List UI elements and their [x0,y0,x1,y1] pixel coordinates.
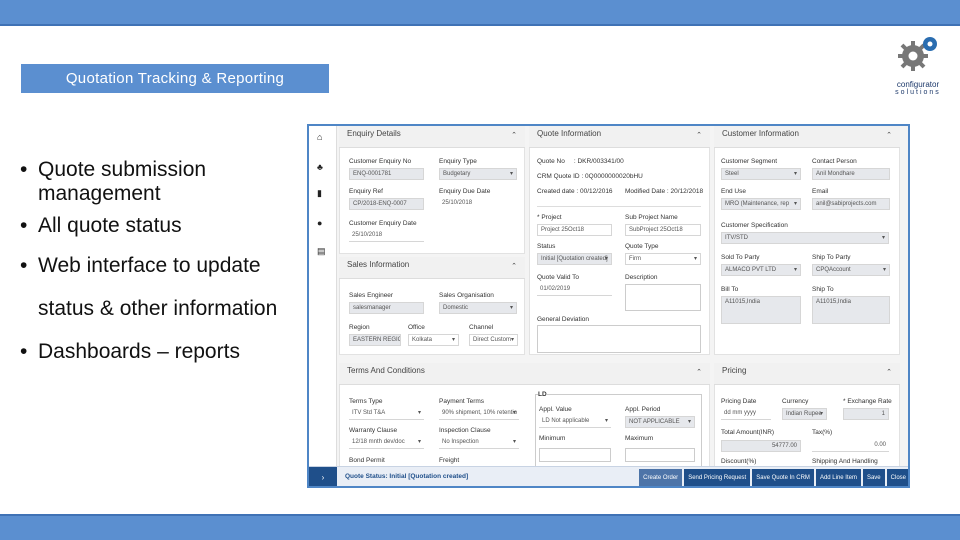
customer-enquiry-date: 25/10/2018 [349,230,424,242]
close-button[interactable]: Close [886,469,908,486]
app-screenshot: ⌂ ♣ ▮ ● ▤ Enquiry Details ⌃ Customer Enqu… [307,124,910,488]
warranty-clause-select[interactable]: 12/18 mnth dev/doc ▾ [349,437,424,449]
pricing-header[interactable]: Pricing ⌃ [714,363,900,385]
enquiry-ref-field: CP/2018-ENQ-0007 [349,198,424,210]
users-icon[interactable]: ♣ [317,162,323,172]
total-amount-field: 54777.00 [721,440,801,452]
customer-segment-select[interactable]: Steel ▾ [721,168,801,180]
reports-icon[interactable]: ▤ [317,246,326,257]
bullet-item: • Web interface to update status & other … [20,254,278,320]
sales-header[interactable]: Sales Information ⌃ [339,257,525,279]
customer-spec-select[interactable]: ITV/STD ▾ [721,232,889,244]
sales-engineer-field: salesmanager [349,302,424,314]
inspection-clause-select[interactable]: No Inspection ▾ [439,437,519,449]
customer-enquiry-no-field: ENQ-0001781 [349,168,424,180]
divider [537,206,701,207]
customer-header[interactable]: Customer Information ⌃ [714,126,900,148]
collapse-icon: ⌃ [886,132,892,139]
settings-icon[interactable]: ● [317,218,322,228]
bullet-item: • All quote status [20,214,182,237]
currency-select[interactable]: Indian Rupee ▾ [782,408,827,420]
quote-status-text: Quote Status: Initial [Quotation created… [345,473,469,480]
status-bar: › Quote Status: Initial [Quotation creat… [309,466,908,486]
collapse-icon: ⌃ [886,369,892,376]
company-logo: configurator solutions [888,34,948,96]
enquiry-type-select[interactable]: Budgetary ▾ [439,168,517,180]
office-select[interactable]: Kolkata ▾ [408,334,459,346]
status-select[interactable]: Initial [Quotation created] ▾ [537,253,612,265]
pricing-date-input[interactable]: dd mm yyyy [721,408,771,420]
region-field: EASTERN REGION [349,334,401,346]
bullet-item: • Quote submission management [20,158,207,205]
sales-org-select[interactable]: Domestic ▾ [439,302,517,314]
ship-to-field: A11015,India [812,296,890,324]
minimum-input[interactable] [539,448,611,462]
gear-icon [898,37,937,71]
collapse-icon: ⌃ [511,132,517,139]
expand-sidebar-button[interactable]: › [309,467,337,486]
add-line-item-button[interactable]: Add Line Item [815,469,861,486]
end-use-select[interactable]: MRO (Maintenance, rep ▾ [721,198,801,210]
slide-top-bar [0,0,960,26]
bill-to-field: A11015,India [721,296,801,324]
slide-title: Quotation Tracking & Reporting [21,64,329,93]
maximum-input[interactable] [625,448,695,462]
document-icon[interactable]: ▮ [317,188,322,199]
project-input[interactable]: Project 25Oct18 [537,224,612,236]
sub-project-input[interactable]: SubProject 25Oct18 [625,224,701,236]
payment-terms-select[interactable]: 90% shipment, 10% retentio ▾ [439,408,519,420]
sidebar: ⌂ ♣ ▮ ● ▤ [309,126,337,466]
collapse-icon: ⌃ [696,132,702,139]
quote-type-select[interactable]: Firm ▾ [625,253,701,265]
crm-quote-id-value: : 0Q0000000020bHU [581,173,643,180]
appl-period-select[interactable]: NOT APPLICABLE ▾ [625,416,695,428]
quote-valid-to-date[interactable]: 01/02/2019 [537,284,612,296]
home-icon[interactable]: ⌂ [317,132,322,142]
enquiry-header[interactable]: Enquiry Details ⌃ [339,126,525,148]
tax-input[interactable]: 0.00 [812,440,889,452]
save-quote-in-crm-button[interactable]: Save Quote In CRM [752,469,814,486]
enquiry-due-date: 25/10/2018 [439,198,517,210]
ship-to-party-select[interactable]: CPQAccount ▾ [812,264,890,276]
bullet-list: • Quote submission management • All quote … [20,158,300,364]
channel-select[interactable]: Direct Custom ▾ [469,334,518,346]
description-textarea[interactable] [625,284,701,311]
quote-no-value: : DKR/003341/00 [573,158,624,165]
general-deviation-textarea[interactable] [537,325,701,353]
create-order-button[interactable]: Create Order [639,469,683,486]
collapse-icon: ⌃ [511,263,517,270]
terms-header[interactable]: Terms And Conditions ⌃ [339,363,710,385]
contact-person-field: Anil Mondhare [812,168,890,180]
bullet-item: • Dashboards – reports [20,340,240,363]
quote-header[interactable]: Quote Information ⌃ [529,126,710,148]
send-pricing-request-button[interactable]: Send Pricing Request [684,469,751,486]
save-button[interactable]: Save [862,469,885,486]
appl-value-select[interactable]: LD Not applicable ▾ [539,416,611,428]
slide-bottom-bar [0,514,960,540]
email-field: anil@sabiprojects.com [812,198,890,210]
terms-type-select[interactable]: ITV Std T&A ▾ [349,408,424,420]
sold-to-party-select[interactable]: ALMACO PVT LTD ▾ [721,264,801,276]
collapse-icon: ⌃ [696,369,702,376]
exchange-rate-field: 1 [843,408,889,420]
